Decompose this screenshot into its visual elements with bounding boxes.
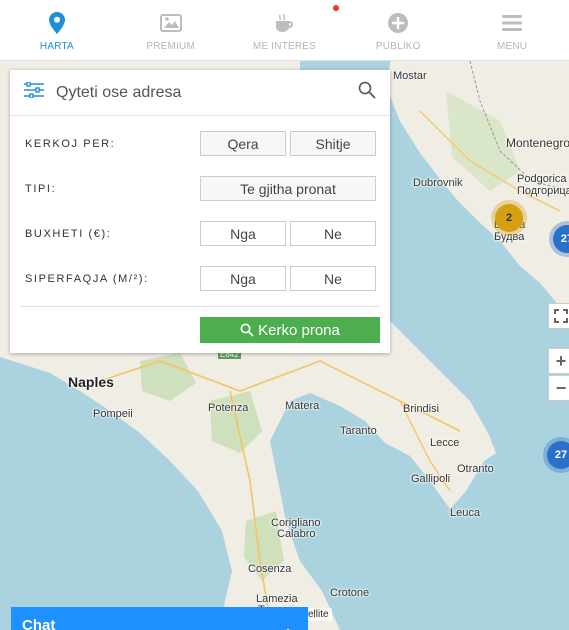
nav-label: MENU (496, 41, 528, 52)
property-type-select[interactable]: Te gjitha pronat (200, 176, 376, 201)
type-label: TIPI: (25, 183, 57, 195)
nav-tab-harta[interactable]: HARTA (0, 0, 114, 60)
map-label-budva-cyr: Будва (494, 231, 525, 243)
chat-title: Chat (22, 617, 56, 630)
map-label-potenza: Potenza (208, 402, 249, 414)
area-min-input[interactable] (200, 266, 286, 291)
zoom-out-button[interactable]: − (548, 375, 569, 401)
budget-min-input[interactable] (200, 221, 286, 246)
rent-button[interactable]: Qera (200, 131, 286, 156)
map-label-taranto: Taranto (340, 425, 377, 437)
search-properties-label: Kerko prona (258, 321, 340, 339)
minus-icon: − (555, 377, 567, 398)
map-label-podgorica-cyr: Подгорица (517, 185, 569, 197)
filter-sliders-icon[interactable] (24, 81, 44, 103)
fullscreen-icon (554, 309, 568, 323)
budget-label: BUXHETI (€): (25, 228, 112, 240)
area-max-input[interactable] (290, 266, 376, 291)
sale-button[interactable]: Shitje (290, 131, 376, 156)
search-properties-button[interactable]: Kerko prona (200, 317, 380, 343)
notification-dot (333, 5, 339, 11)
chevron-up-icon[interactable] (282, 623, 294, 630)
coffee-cup-icon (273, 12, 295, 34)
map-attribution: ellite (305, 608, 332, 621)
map-label-matera: Matera (285, 400, 320, 412)
map-label-podgorica: Podgorica (517, 173, 567, 185)
search-bar (10, 70, 390, 116)
type-row: TIPI: Te gjitha pronat (10, 176, 390, 202)
property-cluster-marker[interactable]: 2 (495, 204, 523, 232)
map-label-crotone: Crotone (330, 587, 370, 599)
plus-icon: + (555, 350, 567, 371)
map-label-otranto: Otranto (457, 463, 494, 475)
map-label-naples: Naples (68, 374, 114, 390)
nav-tab-premium[interactable]: PREMIUM (114, 0, 228, 60)
chat-widget[interactable]: Chat (11, 607, 308, 630)
search-panel: KERKOJ PER: Qera Shitje TIPI: Te gjitha … (10, 70, 390, 353)
panel-divider (20, 306, 380, 307)
map-label-montenegro: Montenegro (506, 136, 569, 150)
budget-row: BUXHETI (€): (10, 221, 390, 247)
search-icon (240, 323, 254, 337)
map-label-cosenza: Cosenza (248, 563, 292, 575)
map-label-mostar: Mostar (393, 70, 427, 82)
map-label-brindisi: Brindisi (403, 403, 440, 415)
nav-label: HARTA (39, 41, 74, 52)
budget-max-input[interactable] (290, 221, 376, 246)
map-label-lecce: Lecce (430, 437, 460, 449)
map-label-dubrovnik: Dubrovnik (413, 177, 463, 189)
nav-label: ME INTERES (252, 41, 317, 52)
top-navigation: HARTA PREMIUM ME INTERES PUBLIKO MENU (0, 0, 569, 61)
nav-tab-menu[interactable]: MENU (455, 0, 569, 60)
map-label-leuca: Leuca (450, 507, 480, 519)
purpose-label: KERKOJ PER: (25, 138, 116, 150)
purpose-row: KERKOJ PER: Qera Shitje (10, 131, 390, 157)
search-icon[interactable] (358, 81, 376, 104)
zoom-in-button[interactable]: + (548, 348, 569, 374)
map-label-pompeii: Pompeii (93, 408, 133, 420)
map-label-calabro: Calabro (277, 528, 316, 540)
map-label-gallipoli: Gallipoli (411, 473, 451, 485)
area-label: SIPERFAQJA (M/²): (25, 273, 149, 285)
map-pin-icon (46, 12, 68, 34)
plus-circle-icon (387, 12, 409, 34)
nav-tab-publiko[interactable]: PUBLIKO (341, 0, 455, 60)
nav-label: PUBLIKO (375, 41, 421, 52)
fullscreen-button[interactable] (548, 303, 569, 329)
nav-label: PREMIUM (146, 41, 195, 52)
property-cluster-marker[interactable]: 27 (547, 441, 569, 469)
hamburger-menu-icon (501, 12, 523, 34)
nav-tab-me-interes[interactable]: ME INTERES (228, 0, 342, 60)
area-row: SIPERFAQJA (M/²): (10, 266, 390, 292)
location-search-input[interactable] (56, 83, 358, 102)
image-gallery-icon (159, 12, 182, 34)
